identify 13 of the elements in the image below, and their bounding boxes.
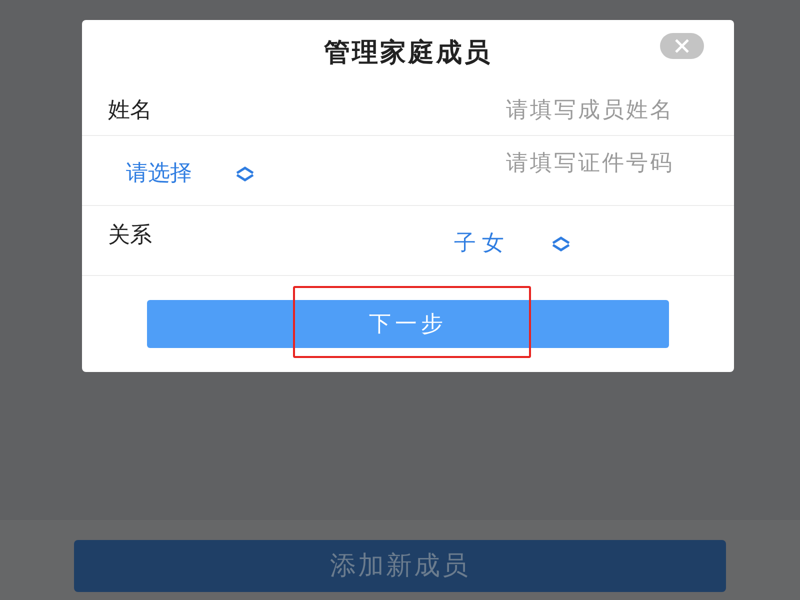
input-field[interactable]: 请填写证件号码 xyxy=(400,147,674,180)
dialog-title: 管理家庭成员 xyxy=(324,36,492,70)
add-member-button[interactable]: 添加新成员 xyxy=(74,540,726,592)
field-label: 关系 xyxy=(108,222,153,250)
close-button[interactable] xyxy=(660,33,704,59)
close-icon xyxy=(674,39,690,53)
chevron-updown-icon xyxy=(234,166,256,182)
field-label: 姓名 xyxy=(108,97,153,125)
next-button[interactable]: 下一步 xyxy=(147,300,669,348)
document-type-select[interactable]: 请选择 xyxy=(126,157,400,190)
input-field[interactable]: 请填写成员姓名 xyxy=(308,94,674,127)
relation-select[interactable]: 子女 xyxy=(454,227,572,260)
chevron-updown-icon xyxy=(550,236,572,252)
